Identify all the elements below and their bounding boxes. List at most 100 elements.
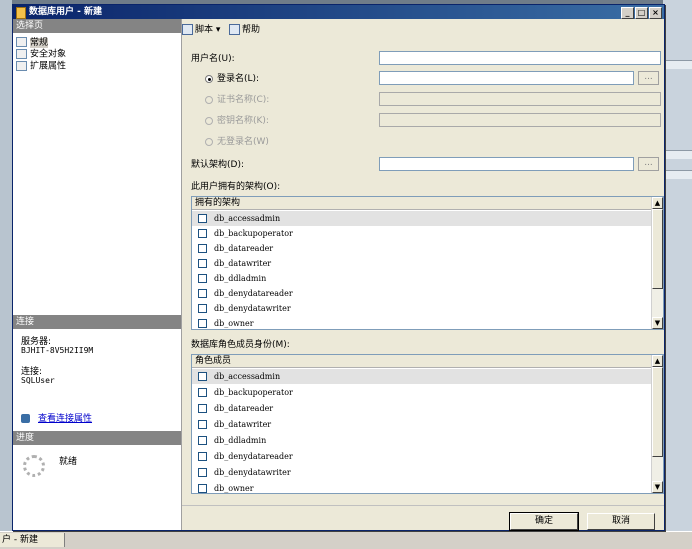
radio-icon — [205, 137, 213, 146]
script-icon — [182, 24, 193, 35]
list-item[interactable]: db_accessadmin — [192, 211, 653, 226]
checkbox[interactable] — [198, 436, 207, 445]
page-icon — [16, 37, 27, 47]
list-item[interactable]: db_owner — [192, 316, 653, 329]
list-item[interactable]: db_datawriter — [192, 417, 653, 432]
login-browse-button[interactable]: ... — [638, 71, 659, 85]
owned-schemas-scrollbar[interactable]: ▲ ▼ — [651, 197, 663, 329]
radio-icon — [205, 116, 213, 125]
list-item[interactable]: db_accessadmin — [192, 369, 653, 384]
role-membership-list: 角色成员 db_accessadmin db_backupoperator db… — [191, 354, 664, 494]
script-button[interactable]: 脚本 ▾ — [182, 24, 220, 36]
checkbox[interactable] — [198, 452, 207, 461]
list-item[interactable]: db_denydatareader — [192, 286, 653, 301]
page-securables[interactable]: 安全对象 — [16, 49, 66, 60]
taskbar — [0, 531, 692, 549]
key-radio[interactable]: 密钥名称(K): — [205, 115, 269, 127]
radio-icon — [205, 74, 213, 83]
key-input — [379, 113, 661, 127]
title-bar[interactable]: 数据库用户 - 新建 _ □ × — [13, 5, 664, 19]
default-schema-input[interactable] — [379, 157, 634, 171]
page-icon — [16, 49, 27, 59]
database-icon — [16, 7, 26, 19]
page-general[interactable]: 常规 — [16, 37, 49, 48]
select-page-header: 选择页 — [13, 19, 181, 33]
role-membership-scrollbar[interactable]: ▲ ▼ — [651, 355, 663, 493]
scroll-thumb[interactable] — [652, 209, 663, 289]
page-icon — [16, 61, 27, 71]
background-stripe — [663, 150, 692, 159]
list-item[interactable]: db_datareader — [192, 241, 653, 256]
background-stripe — [663, 60, 692, 69]
list-item[interactable]: db_denydatareader — [192, 449, 653, 464]
username-input[interactable] — [379, 51, 661, 65]
maximize-button[interactable]: □ — [635, 7, 648, 19]
checkbox[interactable] — [198, 388, 207, 397]
username-label: 用户名(U): — [191, 54, 235, 64]
help-icon — [229, 24, 240, 35]
help-button[interactable]: 帮助 — [229, 24, 260, 36]
checkbox[interactable] — [198, 468, 207, 477]
list-item[interactable]: db_ddladmin — [192, 271, 653, 286]
list-item[interactable]: db_backupoperator — [192, 226, 653, 241]
checkbox[interactable] — [198, 372, 207, 381]
login-radio[interactable]: 登录名(L): — [205, 73, 259, 85]
checkbox[interactable] — [198, 259, 207, 268]
checkbox[interactable] — [198, 289, 207, 298]
background-app-right — [663, 0, 692, 548]
progress-status: 就绪 — [59, 457, 78, 467]
checkbox[interactable] — [198, 319, 207, 328]
close-button[interactable]: × — [649, 7, 662, 19]
background-stripe — [663, 170, 692, 179]
list-item[interactable]: db_datawriter — [192, 256, 653, 271]
background-app-left — [0, 0, 12, 548]
toolbar: 脚本 ▾ 帮助 — [182, 19, 664, 41]
scroll-down-icon[interactable]: ▼ — [652, 317, 663, 329]
login-input[interactable] — [379, 71, 634, 85]
progress-spinner-icon — [23, 455, 45, 477]
ok-button[interactable]: 确定 — [509, 512, 579, 531]
owned-schemas-label: 此用户拥有的架构(O): — [191, 182, 281, 192]
list-item[interactable]: db_owner — [192, 481, 653, 493]
role-membership-label: 数据库角色成员身份(M): — [191, 340, 290, 350]
cancel-button[interactable]: 取消 — [587, 513, 655, 530]
view-connection-properties-link[interactable]: 查看连接属性 — [21, 411, 92, 424]
connection-header: 连接 — [13, 315, 181, 329]
taskbar-item[interactable]: 户 - 新建 — [0, 533, 65, 547]
scroll-up-icon[interactable]: ▲ — [652, 197, 663, 209]
left-pane: 选择页 常规 安全对象 扩展属性 连接 服务器: BJHIT-8V5H2II9M… — [13, 19, 182, 530]
scroll-up-icon[interactable]: ▲ — [652, 355, 663, 367]
list-item[interactable]: db_denydatawriter — [192, 301, 653, 316]
checkbox[interactable] — [198, 244, 207, 253]
owned-schemas-header[interactable]: 拥有的架构 — [192, 197, 653, 210]
checkbox[interactable] — [198, 404, 207, 413]
server-value: BJHIT-8V5H2II9M — [21, 346, 94, 355]
default-schema-browse-button[interactable]: ... — [638, 157, 659, 171]
list-item[interactable]: db_datareader — [192, 401, 653, 416]
owned-schemas-list: 拥有的架构 db_accessadmin db_backupoperator d… — [191, 196, 664, 330]
scroll-down-icon[interactable]: ▼ — [652, 481, 663, 493]
list-item[interactable]: db_denydatawriter — [192, 465, 653, 480]
window-title: 数据库用户 - 新建 — [29, 7, 103, 17]
list-item[interactable]: db_backupoperator — [192, 385, 653, 400]
connection-value: SQLUser — [21, 376, 55, 385]
radio-icon — [205, 95, 213, 104]
new-database-user-dialog: 数据库用户 - 新建 _ □ × 选择页 常规 安全对象 扩展属性 连接 服务器: … — [12, 4, 665, 531]
no-login-radio[interactable]: 无登录名(W) — [205, 136, 269, 148]
list-item[interactable]: db_ddladmin — [192, 433, 653, 448]
progress-header: 进度 — [13, 431, 181, 445]
minimize-button[interactable]: _ — [621, 7, 634, 19]
checkbox[interactable] — [198, 274, 207, 283]
certificate-radio[interactable]: 证书名称(C): — [205, 94, 269, 106]
checkbox[interactable] — [198, 214, 207, 223]
role-membership-header[interactable]: 角色成员 — [192, 355, 653, 368]
page-extended-properties[interactable]: 扩展属性 — [16, 61, 66, 72]
checkbox[interactable] — [198, 420, 207, 429]
checkbox[interactable] — [198, 304, 207, 313]
default-schema-label: 默认架构(D): — [191, 160, 244, 170]
connection-properties-icon — [21, 414, 30, 423]
scroll-thumb[interactable] — [652, 367, 663, 457]
checkbox[interactable] — [198, 229, 207, 238]
certificate-input — [379, 92, 661, 106]
checkbox[interactable] — [198, 484, 207, 493]
